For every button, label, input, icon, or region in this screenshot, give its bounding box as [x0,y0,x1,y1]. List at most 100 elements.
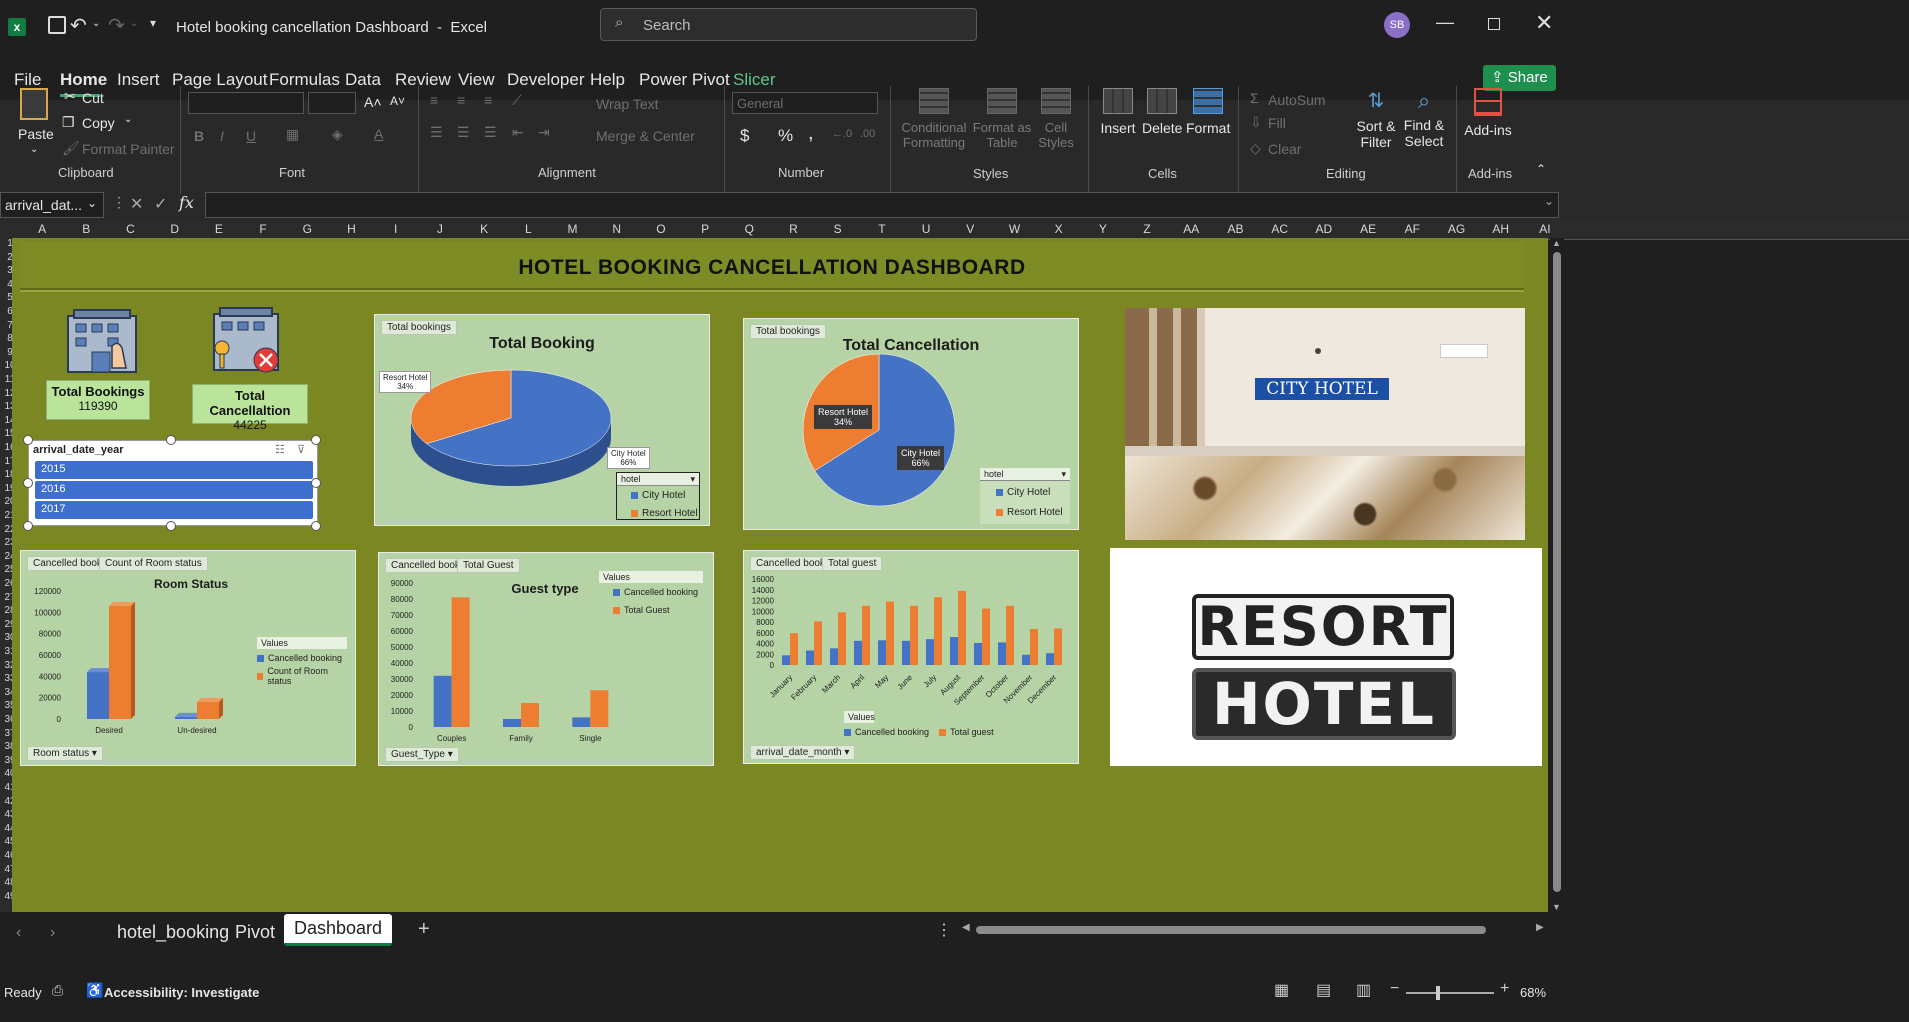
resize-handle[interactable] [166,521,176,531]
align-top-icon[interactable]: ≡ [430,92,438,108]
column-header[interactable]: J [418,222,462,236]
column-header[interactable]: C [108,222,152,236]
column-header[interactable]: AA [1169,222,1213,236]
column-header[interactable]: M [550,222,594,236]
menu-help[interactable]: Help [590,70,625,90]
room-status-chart[interactable]: Cancelled booking Count of Room status R… [20,550,356,766]
resize-handle[interactable] [23,521,33,531]
column-header[interactable]: V [948,222,992,236]
insert-function-button[interactable]: fx [179,193,194,212]
indent-decrease-icon[interactable]: ⇤ [512,124,524,141]
column-header[interactable]: Z [1125,222,1169,236]
add-sheet-icon[interactable]: + [418,918,430,941]
sheet-tab-dashboard[interactable]: Dashboard [284,914,393,946]
scroll-thumb[interactable] [1553,252,1561,892]
accessibility-icon[interactable]: ♿ [86,982,103,999]
cancel-formula-icon[interactable]: ✕ [130,194,143,214]
multi-select-icon[interactable]: ☷ [275,443,285,456]
column-header[interactable]: AC [1258,222,1302,236]
align-middle-icon[interactable]: ≡ [457,92,465,108]
column-header[interactable]: AF [1390,222,1434,236]
fill-button[interactable]: Fill [1268,115,1286,131]
font-color-icon[interactable]: A [374,126,383,142]
percent-button[interactable]: % [778,126,793,146]
column-header[interactable]: G [285,222,329,236]
copy-icon[interactable]: ❐ [62,114,75,131]
format-cells-button[interactable]: Format [1186,88,1230,136]
menu-developer[interactable]: Developer [507,70,585,90]
confirm-formula-icon[interactable]: ✓ [154,194,167,214]
menu-page-layout[interactable]: Page Layout [172,70,267,90]
column-header[interactable]: AG [1434,222,1478,236]
resize-handle[interactable] [23,435,33,445]
column-header[interactable]: H [329,222,373,236]
excel-icon[interactable]: x [8,18,26,36]
undo-dropdown-icon[interactable]: ⌄ [92,18,100,29]
autosum-button[interactable]: AutoSum [1268,92,1326,108]
add-ins-button[interactable]: Add-ins [1462,88,1514,138]
column-header[interactable]: Y [1081,222,1125,236]
column-header[interactable]: O [639,222,683,236]
column-header[interactable]: AD [1302,222,1346,236]
align-right-icon[interactable]: ☰ [484,124,497,141]
resize-handle[interactable] [166,435,176,445]
next-sheet-icon[interactable]: › [50,924,55,942]
clear-filter-icon[interactable]: ⊽ [297,443,305,456]
menu-data[interactable]: Data [345,70,381,90]
search-box[interactable]: ⌕ Search [600,8,977,41]
cut-icon[interactable]: ✂ [64,88,76,105]
font-name-dropdown[interactable] [188,92,304,114]
column-header[interactable]: AH [1479,222,1523,236]
column-header[interactable]: P [683,222,727,236]
menu-power-pivot[interactable]: Power Pivot [639,70,730,90]
column-header[interactable]: X [1037,222,1081,236]
axis-filter-chip[interactable]: Room status ▾ [27,746,103,761]
align-center-icon[interactable]: ☰ [457,124,470,141]
column-header[interactable]: L [506,222,550,236]
column-header[interactable]: I [374,222,418,236]
column-header[interactable]: D [153,222,197,236]
customize-toolbar-icon[interactable]: ▾ [150,16,156,30]
redo-icon[interactable]: ↷ [108,13,125,38]
minimize-icon[interactable]: — [1436,12,1454,33]
increase-decimal-icon[interactable]: ←.0 [832,128,852,140]
collapse-ribbon-icon[interactable]: ⌃ [1536,162,1546,176]
column-header[interactable]: E [197,222,241,236]
monthly-cancellation-chart[interactable]: Cancelled booking Total guest 16000 14000… [743,550,1079,764]
column-header[interactable]: AE [1346,222,1390,236]
bold-button[interactable]: B [194,128,204,144]
cell-styles-button[interactable]: Cell Styles [1034,88,1078,152]
name-box[interactable]: arrival_dat... ⌄ [0,192,104,218]
macro-record-icon[interactable]: ⎙ [52,982,63,999]
zoom-level[interactable]: 68% [1520,985,1546,1000]
scroll-down-icon[interactable]: ▼ [1552,902,1561,912]
slicer-item-2017[interactable]: 2017 [35,501,313,519]
hscroll-left-icon[interactable]: ◀ [962,922,970,933]
paste-button[interactable]: Paste ⌄ [14,86,54,182]
delete-cells-button[interactable]: Delete [1142,88,1182,136]
menu-view[interactable]: View [458,70,495,90]
normal-view-icon[interactable]: ▦ [1274,980,1289,1000]
avatar[interactable]: SB [1384,12,1410,38]
conditional-formatting-button[interactable]: Conditional Formatting [898,88,970,152]
borders-icon[interactable]: ▦ [286,126,299,143]
hscroll-right-icon[interactable]: ▶ [1536,922,1544,933]
column-header[interactable]: S [816,222,860,236]
italic-button[interactable]: I [220,128,224,144]
resize-handle[interactable] [311,478,321,488]
total-booking-chart[interactable]: Total bookings Total Booking Resort Hote… [374,314,710,526]
font-size-dropdown[interactable] [308,92,356,114]
clear-button[interactable]: Clear [1268,141,1301,157]
sheet-tab-hotel-booking[interactable]: hotel_booking [107,918,239,947]
axis-filter-chip[interactable]: arrival_date_month ▾ [750,745,856,760]
cut-button[interactable]: Cut [82,90,104,106]
indent-increase-icon[interactable]: ⇥ [538,124,550,141]
column-header[interactable]: B [64,222,108,236]
slicer-item-2016[interactable]: 2016 [35,481,313,499]
sort-filter-button[interactable]: ⇅ Sort & Filter [1352,88,1400,150]
expand-formula-icon[interactable]: ⌄ [1544,194,1554,208]
zoom-slider[interactable] [1406,992,1494,994]
total-cancellation-chart[interactable]: Total bookings Total Cancellation Resort… [743,318,1079,530]
more-options-icon[interactable]: ⋮ [936,920,952,940]
format-as-table-button[interactable]: Format as Table [972,88,1032,152]
